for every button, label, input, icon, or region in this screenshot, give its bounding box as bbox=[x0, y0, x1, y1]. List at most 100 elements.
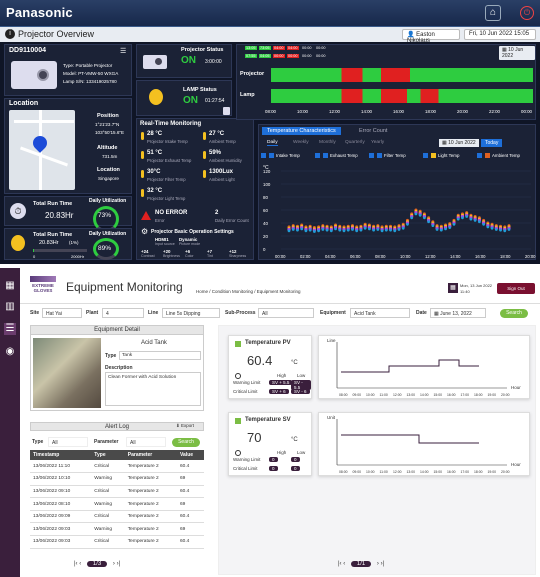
alert-param-select[interactable]: All bbox=[126, 437, 166, 447]
lightbulb-icon bbox=[11, 235, 25, 251]
next-page-icon[interactable]: › bbox=[113, 561, 115, 567]
export-button[interactable]: ⬇ Export bbox=[176, 423, 194, 429]
projector-status-time: 3:00:00 bbox=[205, 59, 222, 65]
last-page-icon[interactable]: ›| bbox=[381, 561, 385, 567]
legend-checkbox[interactable] bbox=[369, 153, 374, 158]
first-page-icon[interactable]: |‹ bbox=[338, 561, 342, 567]
first-page-icon[interactable]: |‹ bbox=[74, 561, 78, 567]
temp-date-chip[interactable]: ▦ 10 Jun 2022 bbox=[439, 139, 479, 147]
temp-point bbox=[317, 229, 321, 233]
description-label: Description bbox=[105, 365, 133, 371]
plant-select[interactable]: 4 bbox=[102, 308, 144, 318]
table-row[interactable]: 13/06/2022 11:10 Critical Temperature 2 60.… bbox=[30, 460, 204, 474]
metric-label: Projector Exhaust Temp bbox=[147, 158, 192, 163]
legend-checkbox[interactable] bbox=[315, 153, 320, 158]
timeline-date-chip[interactable]: ▦ 10 Jun 2022 bbox=[499, 46, 535, 60]
table-cell: Temperature 2 bbox=[124, 535, 177, 549]
thermometer-icon bbox=[141, 170, 144, 178]
util-value: 73% bbox=[98, 212, 112, 219]
temp-point bbox=[296, 228, 299, 232]
checkbox-icon[interactable] bbox=[235, 341, 241, 347]
temp-point bbox=[444, 227, 447, 231]
info-icon[interactable] bbox=[235, 373, 241, 379]
monitor-icon[interactable]: ☰ bbox=[4, 323, 16, 335]
x-tick: 17:00 bbox=[461, 393, 470, 397]
x-tick: 13:00 bbox=[407, 470, 416, 474]
usage-badge: 13:05 bbox=[245, 46, 257, 50]
thermometer-icon bbox=[141, 151, 144, 159]
last-page-icon[interactable]: ›| bbox=[117, 561, 121, 567]
timeline-row1-label: Projector bbox=[240, 71, 265, 77]
alert-type-select[interactable]: All bbox=[48, 437, 88, 447]
location-map[interactable] bbox=[9, 110, 75, 190]
period-tab-yearly[interactable]: Yearly bbox=[371, 140, 384, 145]
signout-button[interactable]: Sign Out bbox=[497, 283, 535, 294]
projector-status-title: Projector Status bbox=[181, 47, 224, 53]
projector-status-icon bbox=[143, 55, 167, 69]
projector-icon[interactable]: ⌂ bbox=[485, 5, 501, 21]
user-chip[interactable]: 👤 Easton Nikolaus bbox=[402, 29, 460, 44]
today-button[interactable]: Today bbox=[481, 139, 503, 147]
altitude-label: Altitude bbox=[97, 145, 118, 151]
table-cell: 60.4 bbox=[177, 485, 204, 499]
place-value: Singapore bbox=[98, 176, 119, 181]
setting-label: Sharpness bbox=[229, 254, 247, 258]
period-tab-quarterly[interactable]: Quarterly bbox=[345, 140, 365, 145]
column-header: Parameter bbox=[124, 450, 177, 460]
alert-search-button[interactable]: Search bbox=[172, 438, 200, 447]
legend-checkbox[interactable] bbox=[423, 153, 428, 158]
power-icon[interactable]: ⏻ bbox=[520, 6, 534, 20]
warning-high: SV + 5.5 bbox=[269, 380, 293, 385]
legend-checkbox[interactable] bbox=[477, 153, 482, 158]
equipment-detail: Equipment Detail Acid Tank Type Tank Des… bbox=[30, 325, 204, 411]
location-icon[interactable]: ◉ bbox=[4, 346, 16, 358]
tab-error-count[interactable]: Error Count bbox=[359, 128, 387, 134]
info-icon[interactable] bbox=[235, 450, 241, 456]
x-tick: 17:00 bbox=[461, 470, 470, 474]
checkbox-icon[interactable] bbox=[235, 418, 241, 424]
x-tick: 20:00 bbox=[501, 470, 510, 474]
equipment-select[interactable]: Acid Tank bbox=[350, 308, 410, 318]
table-row[interactable]: 13/06/2022 09:03 Warning Temperature 2 69 bbox=[30, 522, 204, 537]
subprocess-select[interactable]: All bbox=[258, 308, 314, 318]
location-card: Location Position 1°21'23.7"N 103°50'15.… bbox=[4, 98, 132, 194]
header-date: Mon, 13 Jun 2022 bbox=[460, 283, 493, 288]
tab-temperature[interactable]: Temperature Characteristics bbox=[262, 127, 341, 135]
header-time: 11:40 bbox=[460, 289, 470, 294]
menu-icon[interactable]: ☰ bbox=[120, 47, 126, 55]
x-tick: 10:00 bbox=[366, 470, 375, 474]
site-select[interactable]: Hat Yai bbox=[42, 308, 82, 318]
period-tab-monthly[interactable]: Monthly bbox=[319, 140, 336, 145]
chart-icon[interactable]: ▥ bbox=[4, 301, 16, 313]
prev-page-icon[interactable]: ‹ bbox=[343, 561, 345, 567]
period-tab-weekly[interactable]: Weekly bbox=[293, 140, 309, 145]
breadcrumb[interactable]: Home / Condition Monitoring / Equipment … bbox=[196, 289, 301, 294]
table-row[interactable]: 13/06/2022 10:10 Warning Temperature 2 69 bbox=[30, 472, 204, 486]
x-tick: 06:00 bbox=[350, 254, 361, 259]
period-tab-daily[interactable]: Daily bbox=[267, 140, 278, 146]
temp-point bbox=[334, 227, 337, 231]
temp-point bbox=[477, 220, 481, 224]
legend-checkbox[interactable] bbox=[261, 153, 266, 158]
next-page-icon[interactable]: › bbox=[377, 561, 379, 567]
table-row[interactable]: 13/06/2022 09:10 Critical Temperature 2 60.… bbox=[30, 485, 204, 499]
usage-badge: 00:00 bbox=[315, 46, 327, 50]
table-row[interactable]: 13/06/2022 09:09 Critical Temperature 2 60.… bbox=[30, 510, 204, 524]
grid-icon[interactable]: ▦ bbox=[4, 280, 16, 292]
projector-status-card: Projector Status ON 3:00:00 bbox=[136, 44, 232, 78]
table-row[interactable]: 13/06/2022 09:03 Critical Temperature 2 60.… bbox=[30, 535, 204, 549]
line-select[interactable]: Line 5s Dipping bbox=[162, 308, 220, 318]
y-tick: 100 bbox=[263, 182, 271, 187]
date-picker[interactable]: ▦ June 13, 2022 bbox=[430, 308, 486, 318]
prev-page-icon[interactable]: ‹ bbox=[79, 561, 81, 567]
y-tick: 0 bbox=[263, 247, 266, 252]
table-row[interactable]: 13/06/2022 08:10 Warning Temperature 2 69 bbox=[30, 497, 204, 511]
equipment-name: Acid Tank bbox=[141, 340, 167, 346]
filter-search-button[interactable]: Search bbox=[500, 309, 528, 318]
temp-point bbox=[490, 226, 494, 230]
brand-logo: EXTREME GLOVES bbox=[30, 276, 56, 296]
gear-icon: ⚙ bbox=[141, 227, 149, 236]
lamp-runtime-value: 20.83Hr bbox=[39, 240, 59, 246]
document-icon[interactable] bbox=[223, 107, 230, 115]
table-cell: 13/06/2022 09:03 bbox=[30, 535, 92, 549]
